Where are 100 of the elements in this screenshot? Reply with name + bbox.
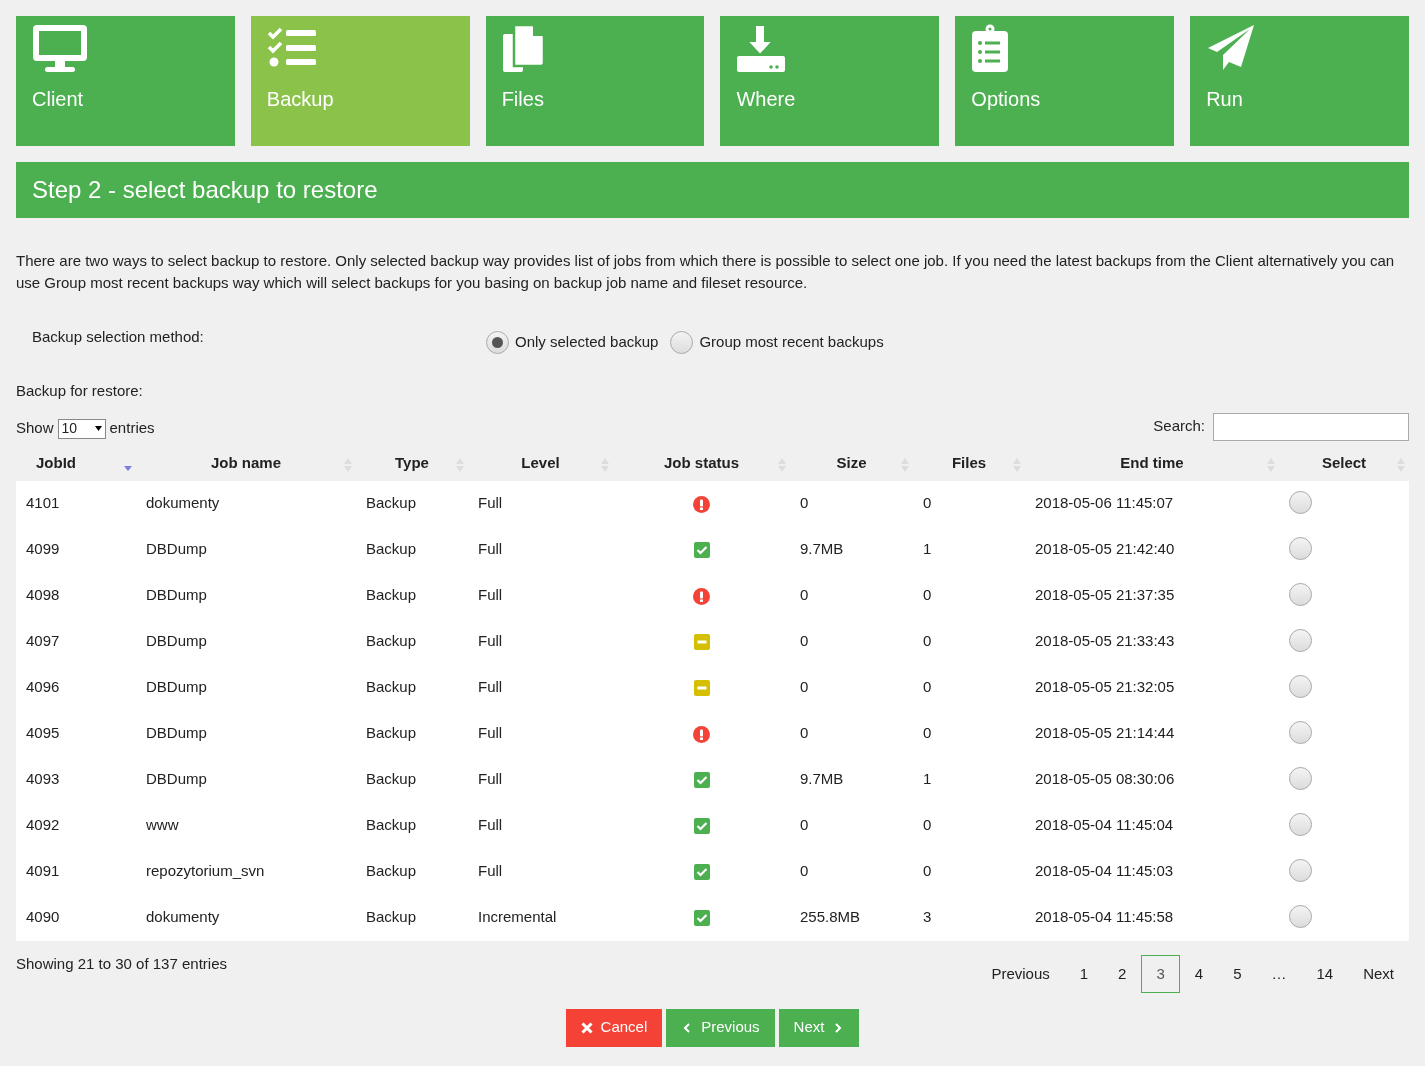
table-cell: Backup xyxy=(356,710,468,757)
table-cell: DBDump xyxy=(136,526,356,573)
table-cell: 0 xyxy=(913,802,1025,849)
table-cell: 0 xyxy=(913,480,1025,527)
radio-button[interactable] xyxy=(1289,766,1312,790)
table-cell: 0 xyxy=(913,572,1025,619)
table-cell: 2018-05-05 21:37:35 xyxy=(1025,572,1279,619)
pagination-button[interactable]: 2 xyxy=(1103,954,1142,993)
table-cell: 2018-05-05 21:33:43 xyxy=(1025,618,1279,665)
table-cell: 0 xyxy=(790,572,913,619)
radio-button[interactable] xyxy=(1289,812,1312,836)
table-cell: Backup xyxy=(356,756,468,803)
column-header[interactable]: Size xyxy=(790,446,913,481)
check-icon xyxy=(693,772,710,789)
table-cell: 0 xyxy=(913,664,1025,711)
radio-button[interactable] xyxy=(1289,858,1312,882)
column-header[interactable]: Files xyxy=(913,446,1025,481)
radio-label[interactable]: Only selected backup xyxy=(515,330,659,354)
error-icon xyxy=(693,725,710,743)
search-field[interactable] xyxy=(1213,412,1409,441)
table-cell: 0 xyxy=(790,664,913,711)
entries-info: Showing 21 to 30 of 137 entries xyxy=(16,953,227,974)
clipboard-icon xyxy=(971,24,1010,74)
table-cell: 2018-05-05 21:42:40 xyxy=(1025,526,1279,573)
table-cell: 0 xyxy=(913,618,1025,665)
table-cell: Backup xyxy=(356,894,468,941)
error-icon xyxy=(693,587,710,605)
table-cell: www xyxy=(136,802,356,849)
table-cell: 0 xyxy=(790,802,913,849)
table-cell: dokumenty xyxy=(136,894,356,941)
column-header[interactable]: Job name xyxy=(136,446,356,481)
table-cell: Full xyxy=(468,802,613,849)
column-header[interactable]: Job status xyxy=(613,446,790,481)
cancel-button[interactable]: Cancel xyxy=(565,1008,663,1047)
radio-button[interactable] xyxy=(1289,490,1312,514)
table-cell: 2018-05-05 08:30:06 xyxy=(1025,756,1279,803)
step-title: Step 2 - select backup to restore xyxy=(16,162,1409,218)
table-cell: Full xyxy=(468,526,613,573)
check-icon xyxy=(693,910,710,927)
column-header[interactable]: Select xyxy=(1279,446,1409,481)
table-cell: DBDump xyxy=(136,664,356,711)
table-cell: 3 xyxy=(913,894,1025,941)
table-cell: 4098 xyxy=(16,572,136,619)
check-icon xyxy=(693,542,710,559)
radio-button[interactable] xyxy=(1289,536,1312,560)
table-cell: 9.7MB xyxy=(790,756,913,803)
radio-button[interactable] xyxy=(1289,674,1312,698)
table-cell: 0 xyxy=(790,618,913,665)
table-cell: 4091 xyxy=(16,848,136,895)
radio-label[interactable]: Group most recent backups xyxy=(699,330,884,354)
table-cell: 2018-05-04 11:45:03 xyxy=(1025,848,1279,895)
files-icon xyxy=(501,24,546,74)
search-label: Search: xyxy=(1153,416,1205,437)
table-cell: 2018-05-05 21:14:44 xyxy=(1025,710,1279,757)
pagination-button[interactable]: 14 xyxy=(1301,954,1349,993)
table-cell: Incremental xyxy=(468,894,613,941)
table-cell: repozytorium_svn xyxy=(136,848,356,895)
table-cell: 4099 xyxy=(16,526,136,573)
table-cell: 4096 xyxy=(16,664,136,711)
radio-button[interactable] xyxy=(1289,904,1312,928)
table-cell: 2018-05-04 11:45:04 xyxy=(1025,802,1279,849)
table-cell: Full xyxy=(468,480,613,527)
table-cell: Full xyxy=(468,664,613,711)
pagination-button[interactable]: 1 xyxy=(1064,954,1104,993)
table-cell: 4101 xyxy=(16,480,136,527)
pagination-button[interactable]: 4 xyxy=(1179,954,1219,993)
radio-button[interactable] xyxy=(486,330,509,354)
table-cell: Backup xyxy=(356,848,468,895)
table-cell: Backup xyxy=(356,480,468,527)
table-cell: DBDump xyxy=(136,756,356,803)
monitor-icon xyxy=(32,24,88,74)
radio-button[interactable] xyxy=(1289,628,1312,652)
entries-label: entries xyxy=(109,418,155,439)
table-cell: Backup xyxy=(356,618,468,665)
radio-button[interactable] xyxy=(670,330,694,354)
pagination-button[interactable]: Next xyxy=(1348,954,1409,993)
radio-button[interactable] xyxy=(1289,720,1312,744)
table-cell: DBDump xyxy=(136,572,356,619)
column-header[interactable]: JobId xyxy=(16,446,136,481)
pagination-button[interactable]: 5 xyxy=(1218,954,1257,993)
error-icon xyxy=(693,495,710,513)
radio-button[interactable] xyxy=(1289,582,1312,606)
table-cell: DBDump xyxy=(136,710,356,757)
table-cell: 9.7MB xyxy=(790,526,913,573)
pagination-button[interactable]: … xyxy=(1256,954,1302,993)
pagination-button[interactable]: Previous xyxy=(976,954,1065,993)
dropdown-arrow-icon xyxy=(94,426,102,431)
table-cell: Backup xyxy=(356,664,468,711)
table-cell: 0 xyxy=(790,480,913,527)
show-label: Show xyxy=(16,418,54,439)
table-cell: 4092 xyxy=(16,802,136,849)
column-header[interactable]: End time xyxy=(1025,446,1279,481)
page-length-select[interactable]: 10 xyxy=(57,418,106,439)
table-cell: 4093 xyxy=(16,756,136,803)
column-header[interactable]: Type xyxy=(356,446,468,481)
table-cell: 1 xyxy=(913,526,1025,573)
table-cell: Full xyxy=(468,848,613,895)
pagination-button[interactable]: 3 xyxy=(1141,954,1180,993)
table-cell: 4090 xyxy=(16,894,136,941)
column-header[interactable]: Level xyxy=(468,446,613,481)
